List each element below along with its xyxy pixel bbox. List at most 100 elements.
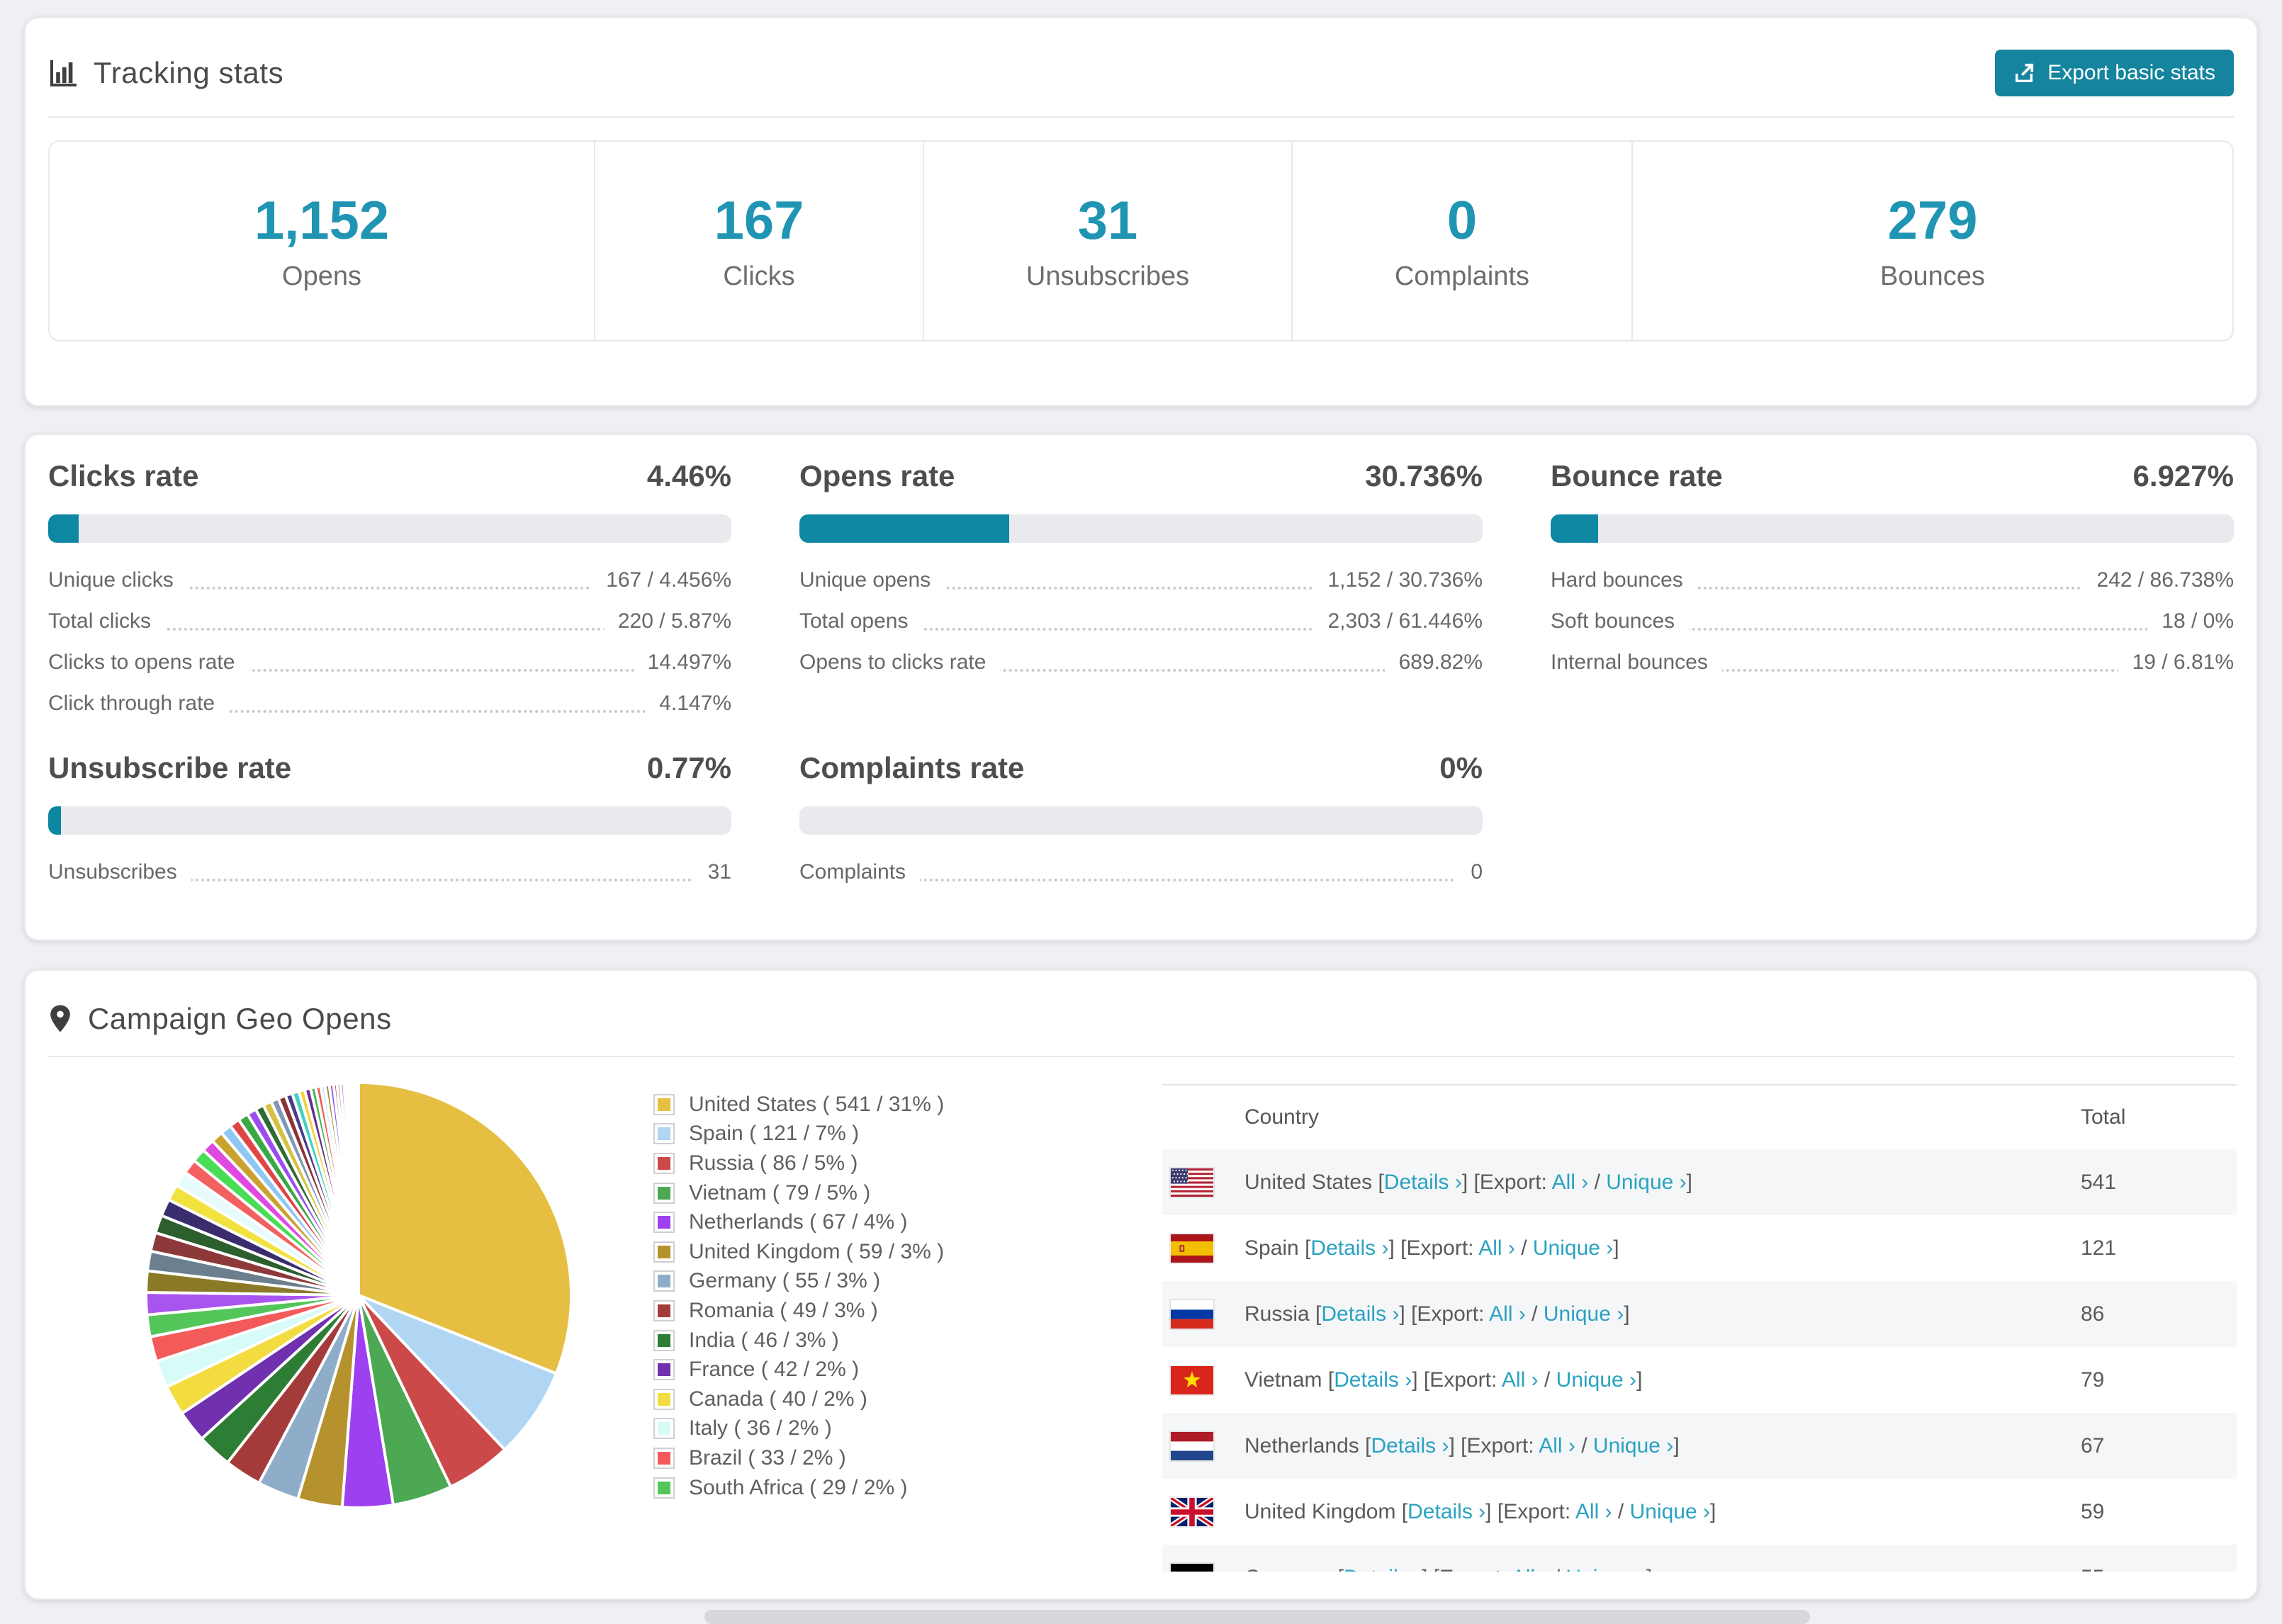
details-link[interactable]: Details › [1344,1566,1422,1572]
export-unique-link[interactable]: Unique › [1593,1434,1673,1457]
stat-label: Complaints [1394,261,1530,291]
export-all-link[interactable]: All › [1552,1171,1589,1194]
horizontal-scrollbar-thumb[interactable] [704,1610,1810,1624]
flag-es [1171,1234,1213,1263]
legend-item-netherlands[interactable]: Netherlands ( 67 / 4% ) [655,1207,944,1237]
details-link[interactable]: Details › [1407,1500,1485,1523]
geo-row-country: Russia [Details ›] [Export: All › / Uniq… [1244,1302,1630,1326]
rate-title: Opens rate [799,459,955,492]
country-name: United States [1244,1170,1373,1194]
legend-item-romania[interactable]: Romania ( 49 / 3% ) [655,1296,944,1326]
legend-item-canada[interactable]: Canada ( 40 / 2% ) [655,1385,944,1414]
geo-table-row-us: United States [Details ›] [Export: All ›… [1162,1149,2237,1215]
rate-progress-fill [48,514,79,543]
export-unique-link[interactable]: Unique › [1630,1500,1710,1523]
rate-row: Hard bounces 242 / 86.738% [1551,560,2234,601]
details-link[interactable]: Details › [1334,1368,1412,1392]
geo-table-body: United States [Details ›] [Export: All ›… [1162,1149,2237,1572]
rate-row-label: Unique opens [799,560,945,601]
rate-percentage: 30.736% [1365,459,1483,492]
rate-row: Unique clicks 167 / 4.456% [48,560,731,601]
rate-row-label: Soft bounces [1551,601,1690,642]
page: Tracking stats Export basic stats 1,152 O… [0,0,2282,1624]
export-unique-link[interactable]: Unique › [1533,1236,1613,1260]
rate-progress-fill [48,806,61,835]
geo-legend: United States ( 541 / 31% ) Spain ( 121 /… [655,1090,944,1502]
details-link[interactable]: Details › [1321,1302,1399,1326]
rate-row: Complaints 0 [799,852,1483,893]
geo-row-country: Vietnam [Details ›] [Export: All › / Uni… [1244,1368,1643,1392]
legend-item-vietnam[interactable]: Vietnam ( 79 / 5% ) [655,1178,944,1208]
rate-percentage: 0.77% [646,751,731,784]
rate-row: Clicks to opens rate 14.497% [48,642,731,683]
flag-us [1171,1168,1213,1197]
legend-swatch [655,1154,673,1173]
export-label: Export: [1417,1302,1485,1326]
stat-clicks: 167 Clicks [595,142,924,340]
legend-swatch [655,1242,673,1261]
flag-de [1171,1563,1213,1572]
stat-label: Clicks [723,261,795,291]
geo-pie-chart[interactable] [139,1076,578,1515]
legend-item-germany[interactable]: Germany ( 55 / 3% ) [655,1267,944,1297]
rate-title: Bounce rate [1551,459,1723,492]
export-all-link[interactable]: All › [1512,1566,1548,1572]
legend-item-south-africa[interactable]: South Africa ( 29 / 2% ) [655,1473,944,1503]
legend-item-italy[interactable]: Italy ( 36 / 2% ) [655,1414,944,1444]
rate-title: Clicks rate [48,459,199,492]
geo-table-row-vn: Vietnam [Details ›] [Export: All › / Uni… [1162,1347,2237,1413]
country-name: Germany [1244,1566,1332,1572]
export-all-link[interactable]: All › [1478,1236,1515,1260]
tracking-stats-header: Tracking stats Export basic stats [26,18,2256,116]
rate-progress-bar [48,514,731,543]
export-all-link[interactable]: All › [1539,1434,1575,1457]
flag-ru [1171,1299,1213,1329]
export-unique-link[interactable]: Unique › [1566,1566,1646,1572]
legend-label: Vietnam ( 79 / 5% ) [689,1180,871,1205]
rate-progress-bar [799,514,1483,543]
export-all-link[interactable]: All › [1575,1500,1612,1523]
rate-percentage: 0% [1439,751,1483,784]
legend-item-spain[interactable]: Spain ( 121 / 7% ) [655,1120,944,1149]
export-unique-link[interactable]: Unique › [1556,1368,1636,1392]
legend-item-russia[interactable]: Russia ( 86 / 5% ) [655,1149,944,1178]
legend-item-united-kingdom[interactable]: United Kingdom ( 59 / 3% ) [655,1237,944,1267]
country-name: Spain [1244,1236,1299,1260]
rates-card: Clicks rate 4.46% Unique clicks 167 / 4.456… [24,434,2258,941]
rate-row: Total clicks 220 / 5.87% [48,601,731,642]
export-label: Export: [1479,1170,1547,1194]
legend-swatch [655,1478,673,1497]
details-link[interactable]: Details › [1384,1171,1462,1194]
rate-progress-bar [48,806,731,835]
legend-swatch [655,1183,673,1202]
bar-chart-icon [50,60,77,86]
legend-label: South Africa ( 29 / 2% ) [689,1475,908,1499]
details-link[interactable]: Details › [1371,1434,1449,1457]
stat-opens: 1,152 Opens [50,142,595,340]
export-unique-link[interactable]: Unique › [1606,1171,1686,1194]
legend-item-brazil[interactable]: Brazil ( 33 / 2% ) [655,1443,944,1473]
rate-progress-bar [1551,514,2234,543]
rate-row-label: Total opens [799,601,923,642]
export-basic-stats-button[interactable]: Export basic stats [1995,50,2234,96]
geo-row-country: United Kingdom [Details ›] [Export: All … [1244,1499,1716,1523]
rate-row-value: 4.147% [645,683,731,724]
geo-row-total: 541 [2081,1170,2117,1194]
export-all-link[interactable]: All › [1489,1302,1526,1326]
details-link[interactable]: Details › [1310,1236,1388,1260]
export-unique-link[interactable]: Unique › [1544,1302,1624,1326]
legend-item-france[interactable]: France ( 42 / 2% ) [655,1355,944,1385]
rate-row-value: 167 / 4.456% [592,560,731,601]
legend-label: United States ( 541 / 31% ) [689,1092,945,1116]
legend-item-india[interactable]: India ( 46 / 3% ) [655,1326,944,1355]
rate-row-value: 0 [1456,852,1483,893]
rate-row: Unsubscribes 31 [48,852,731,893]
legend-item-united-states[interactable]: United States ( 541 / 31% ) [655,1090,944,1120]
export-all-link[interactable]: All › [1502,1368,1539,1392]
geo-title: Campaign Geo Opens [48,1002,392,1036]
rate-row-label: Unsubscribes [48,852,191,893]
legend-swatch [655,1095,673,1114]
legend-label: United Kingdom ( 59 / 3% ) [689,1239,945,1263]
geo-header: Campaign Geo Opens [26,971,2256,1056]
pie-slice[interactable] [356,1081,360,1297]
